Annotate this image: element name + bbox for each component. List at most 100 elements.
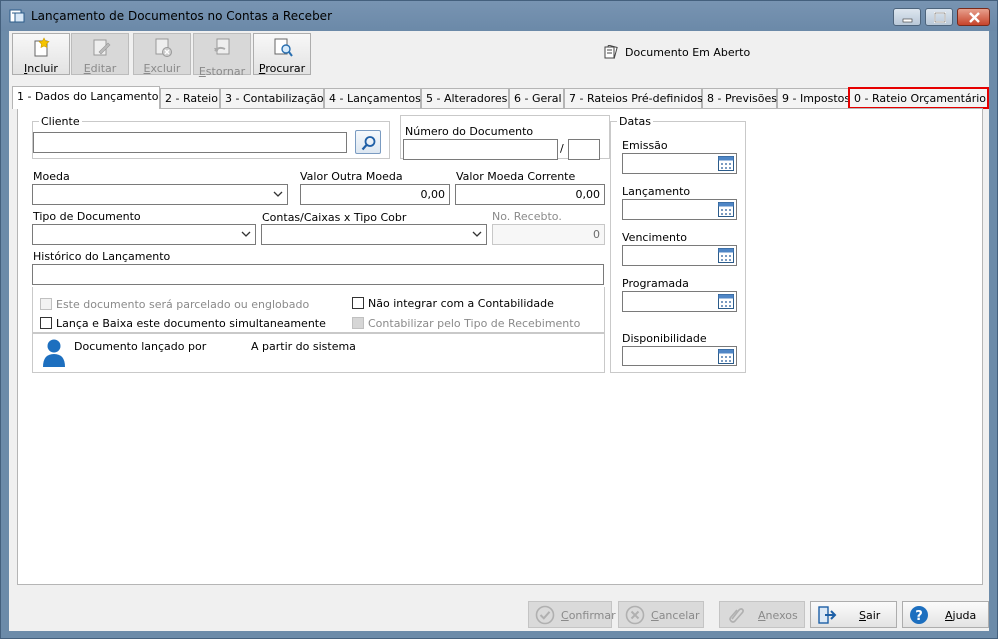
lancado-por-group	[32, 333, 605, 373]
tab-rateio[interactable]: 2 - Rateio	[160, 88, 220, 108]
cliente-label: Cliente	[41, 115, 80, 128]
no-recebto-input: 0	[492, 224, 605, 245]
incluir-label: Incluir	[24, 62, 58, 75]
numero-documento-parcela-input[interactable]	[568, 139, 600, 160]
valor-outra-moeda-label: Valor Outra Moeda	[300, 170, 403, 183]
disponibilidade-label: Disponibilidade	[622, 332, 707, 345]
document-status: Documento Em Aberto	[603, 44, 750, 59]
tab-label: 5 - Alteradores	[426, 92, 508, 105]
no-recebto-label: No. Recebto.	[492, 210, 562, 223]
tab-rateios-pre-definidos[interactable]: 7 - Rateios Pré-definidos	[564, 88, 703, 108]
checkbox-label: Este documento será parcelado ou engloba…	[56, 298, 310, 311]
tab-contabilizacao[interactable]: 3 - Contabilização	[220, 88, 324, 108]
minimize-button[interactable]	[893, 8, 921, 26]
reverse-icon	[214, 38, 230, 55]
tab-previsoes[interactable]: 8 - Previsões	[702, 88, 777, 108]
incluir-button[interactable]: Incluir	[12, 33, 70, 75]
app-window: Lançamento de Documentos no Contas a Rec…	[0, 0, 998, 639]
sair-label: Sair	[859, 609, 881, 622]
search-icon	[361, 136, 376, 151]
tab-label: 8 - Previsões	[707, 92, 777, 105]
calendar-icon[interactable]	[718, 248, 734, 263]
numero-documento-input[interactable]	[403, 139, 558, 160]
chevron-down-icon	[273, 191, 283, 197]
sair-button[interactable]: Sair	[810, 601, 897, 628]
title-bar[interactable]: Lançamento de Documentos no Contas a Rec…	[1, 1, 997, 31]
tipo-documento-label: Tipo de Documento	[33, 210, 141, 223]
tab-label: 9 - Impostos	[782, 92, 851, 105]
checkbox-label: Contabilizar pelo Tipo de Recebimento	[368, 317, 581, 330]
lancamento-date-input[interactable]	[622, 199, 737, 220]
tab-alteradores[interactable]: 5 - Alteradores	[421, 88, 509, 108]
tab-panel-dados-lancamento: Cliente Número do Documento / Moeda Valo…	[17, 108, 983, 585]
tab-label: 1 - Dados do Lançamento	[17, 90, 159, 103]
confirmar-button[interactable]: Confirmar	[528, 601, 616, 628]
cliente-search-button[interactable]	[355, 130, 381, 154]
checkbox-box[interactable]	[40, 317, 52, 329]
maximize-button[interactable]	[925, 8, 953, 26]
close-button[interactable]	[957, 8, 990, 26]
confirmar-label: Confirmar	[561, 609, 616, 622]
contas-caixas-label: Contas/Caixas x Tipo Cobr	[262, 211, 407, 224]
tab-geral[interactable]: 6 - Geral	[509, 88, 564, 108]
valor-outra-moeda-input[interactable]: 0,00	[300, 184, 450, 205]
tipo-documento-select[interactable]	[32, 224, 256, 245]
chevron-down-icon	[472, 231, 482, 237]
valor-moeda-corrente-input[interactable]: 0,00	[455, 184, 605, 205]
tab-strip: 1 - Dados do Lançamento 2 - Rateio 3 - C…	[12, 86, 989, 109]
checkbox-label: Lança e Baixa este documento simultaneam…	[56, 317, 326, 330]
tab-lancamentos[interactable]: 4 - Lançamentos	[324, 88, 421, 108]
nao-integrar-checkbox[interactable]: Não integrar com a Contabilidade	[352, 297, 554, 310]
editar-button[interactable]: Editar	[71, 33, 129, 75]
tab-rateio-orcamentario[interactable]: 0 - Rateio Orçamentário	[848, 87, 989, 109]
parcelado-checkbox: Este documento será parcelado ou engloba…	[40, 298, 309, 311]
ajuda-button[interactable]: ? Ajuda	[902, 601, 989, 628]
help-icon: ?	[910, 606, 928, 624]
tab-label: 2 - Rateio	[165, 92, 218, 105]
tab-dados-lancamento[interactable]: 1 - Dados do Lançamento	[12, 86, 160, 109]
historico-input[interactable]	[32, 264, 604, 285]
contas-caixas-select[interactable]	[261, 224, 487, 245]
edit-icon	[93, 39, 111, 56]
anexos-button[interactable]: Anexos	[719, 601, 805, 628]
chevron-down-icon	[241, 231, 251, 237]
delete-document-icon	[155, 38, 172, 57]
svg-text:?: ?	[915, 609, 923, 624]
cliente-input[interactable]	[33, 132, 347, 153]
cancel-circle-icon	[625, 605, 645, 625]
estornar-button[interactable]: Estornar	[193, 33, 251, 78]
emissao-date-input[interactable]	[622, 153, 737, 174]
tab-label: 0 - Rateio Orçamentário	[854, 92, 987, 105]
programada-date-input[interactable]	[622, 291, 737, 312]
calendar-icon[interactable]	[718, 202, 734, 217]
calendar-icon[interactable]	[718, 156, 734, 171]
tab-impostos[interactable]: 9 - Impostos	[777, 88, 851, 108]
tab-label: 7 - Rateios Pré-definidos	[569, 92, 703, 105]
moeda-select[interactable]	[32, 184, 288, 205]
calendar-icon[interactable]	[718, 294, 734, 309]
lanca-baixa-checkbox[interactable]: Lança e Baixa este documento simultaneam…	[40, 317, 326, 330]
close-icon	[969, 12, 980, 23]
maximize-icon	[934, 12, 946, 23]
historico-label: Histórico do Lançamento	[33, 250, 171, 263]
emissao-label: Emissão	[622, 139, 668, 152]
calendar-icon[interactable]	[718, 349, 734, 364]
lancado-por-label: Documento lançado por	[74, 340, 207, 353]
procurar-button[interactable]: Procurar	[253, 33, 311, 75]
cancelar-button[interactable]: Cancelar	[618, 601, 704, 628]
disponibilidade-date-input[interactable]	[622, 346, 737, 366]
check-circle-icon	[535, 605, 555, 625]
datas-title: Datas	[619, 115, 651, 128]
valor-moeda-corrente-label: Valor Moeda Corrente	[456, 170, 576, 183]
exit-door-icon	[818, 606, 837, 624]
vencimento-date-input[interactable]	[622, 245, 737, 266]
editar-label: Editar	[83, 62, 117, 75]
numero-documento-separator: /	[560, 142, 564, 155]
excluir-label: Excluir	[143, 62, 181, 75]
tab-label: 3 - Contabilização	[225, 92, 324, 105]
paperclip-icon	[729, 608, 744, 623]
checkbox-box[interactable]	[352, 297, 364, 309]
vencimento-label: Vencimento	[622, 231, 688, 244]
moeda-label: Moeda	[33, 170, 70, 183]
excluir-button[interactable]: Excluir	[133, 33, 191, 75]
